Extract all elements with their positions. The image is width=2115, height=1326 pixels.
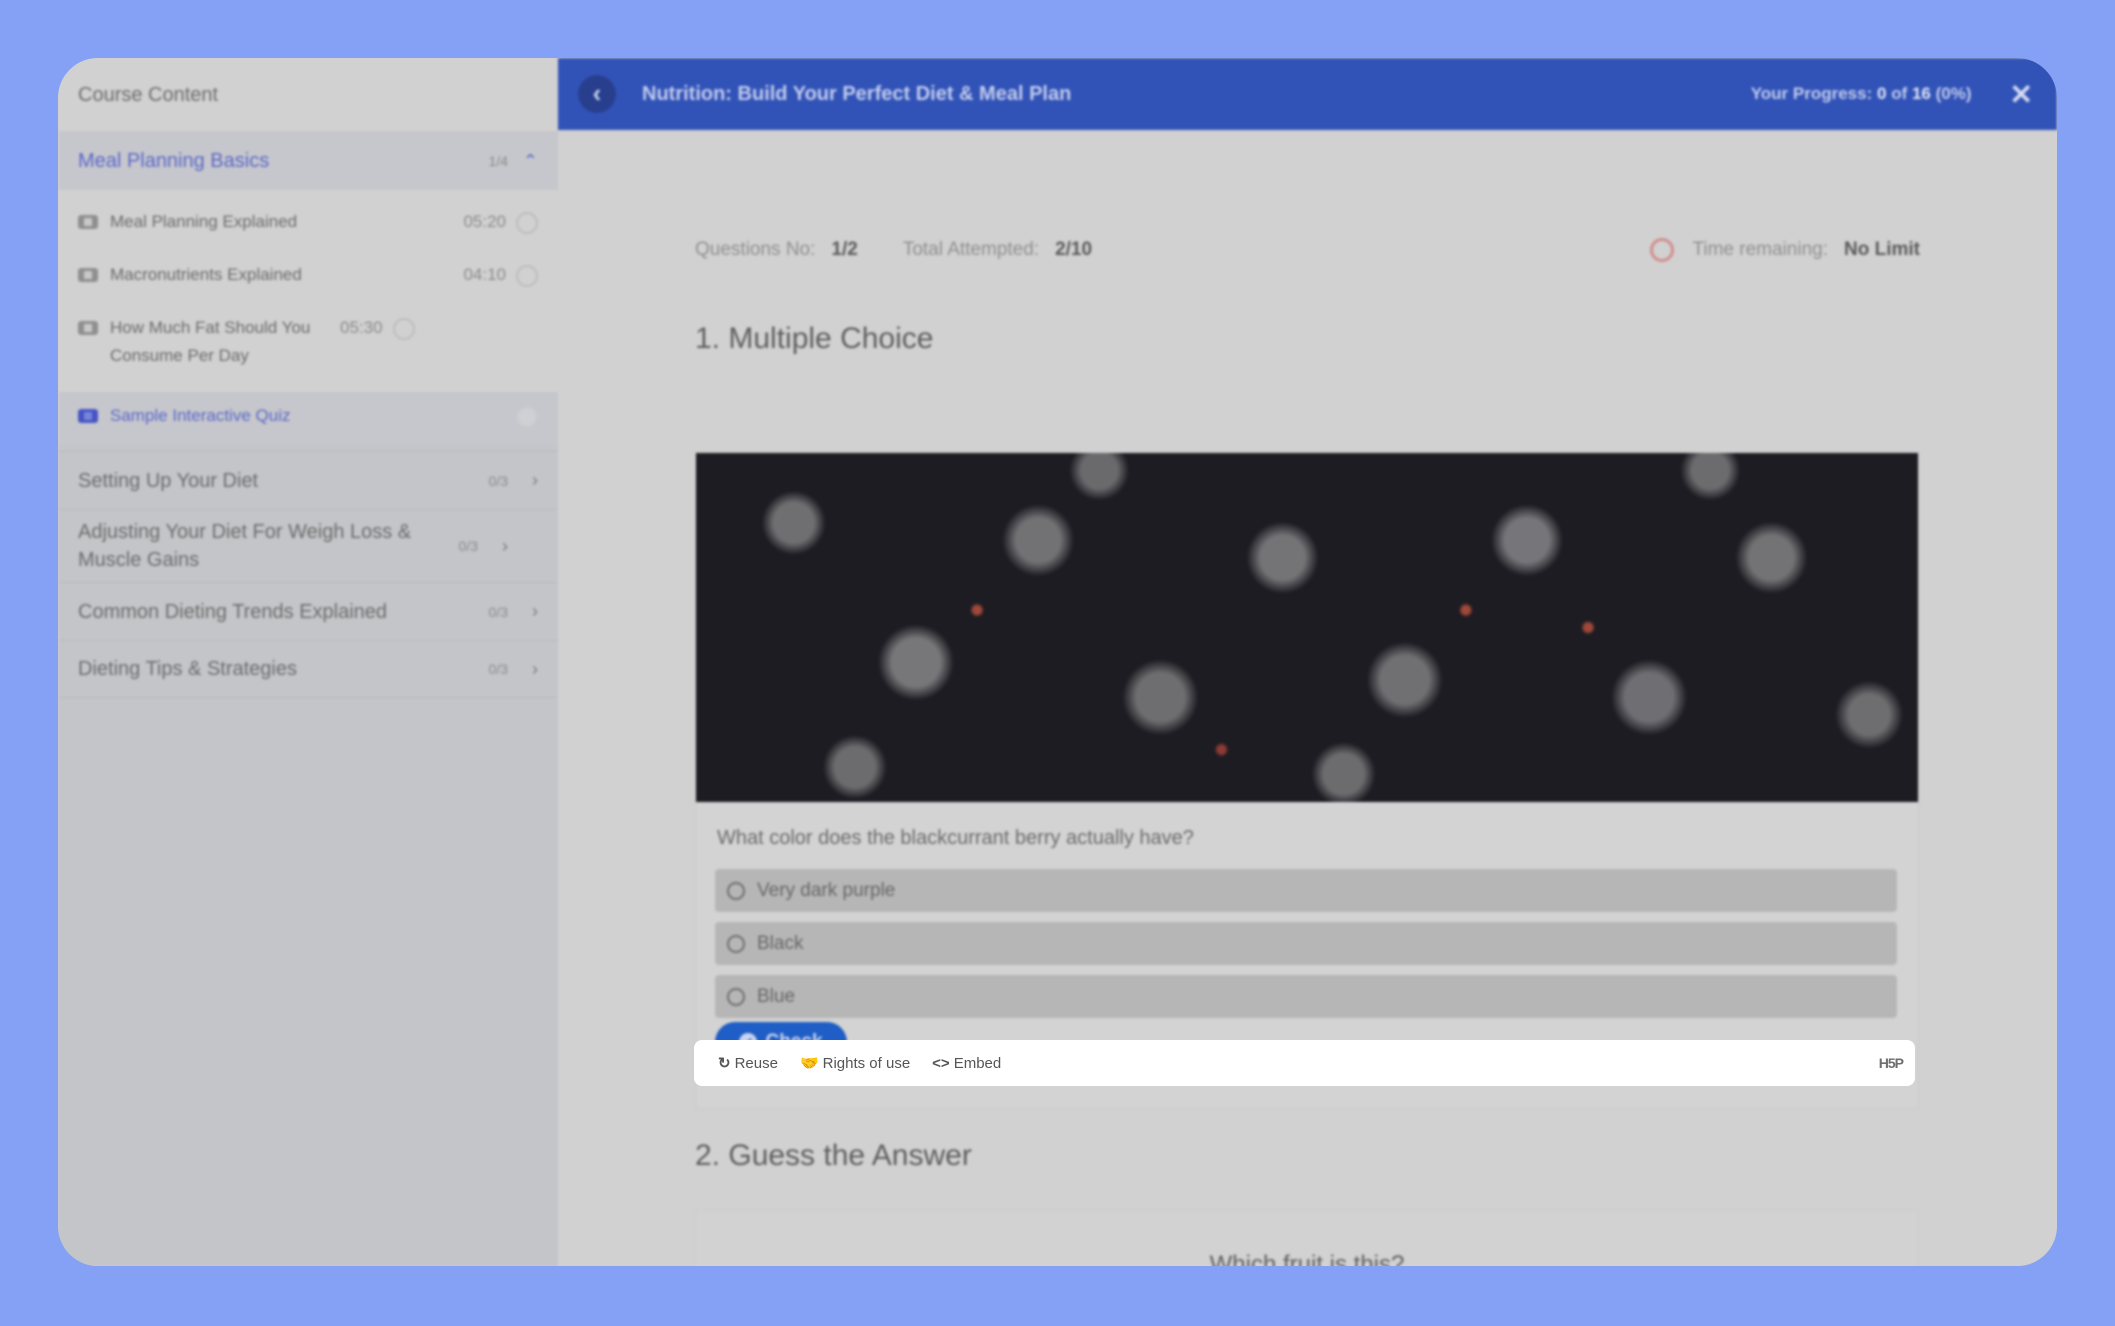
embed-button[interactable]: <> Embed [932, 1055, 1001, 1072]
progress-done: 0 [1876, 84, 1887, 103]
question-1-title: 1. Multiple Choice [695, 322, 934, 355]
option-label: Very dark purple [757, 879, 896, 901]
course-header: ‹ Nutrition: Build Your Perfect Diet & M… [558, 58, 2057, 130]
section-adjusting-your-diet[interactable]: Adjusting Your Diet For Weigh Loss & Mus… [58, 509, 558, 582]
question-image [696, 453, 1918, 802]
course-title: Nutrition: Build Your Perfect Diet & Mea… [642, 82, 1072, 105]
lesson-label: Meal Planning Explained [110, 212, 298, 231]
time-value: No Limit [1844, 239, 1920, 260]
lesson-label: Macronutrients Explained [110, 265, 302, 284]
section-meal-planning-basics[interactable]: Meal Planning Basics 1/4 ⌃ [58, 132, 558, 190]
progress-percent: (0%) [1935, 84, 1972, 103]
question-2-title: 2. Guess the Answer [695, 1139, 972, 1172]
option-label: Black [757, 932, 804, 954]
lesson-item[interactable]: How Much Fat Should You Consume Per Day … [58, 304, 558, 384]
rights-label: Rights of use [822, 1054, 911, 1072]
lesson-item[interactable]: Meal Planning Explained 05:20 [58, 198, 558, 251]
embed-label: Embed [953, 1054, 1002, 1072]
option-label: Blue [757, 985, 796, 1007]
answer-option[interactable]: Very dark purple [715, 869, 1897, 912]
quiz-main: Questions No: 1/2 Total Attempted: 2/10 … [558, 130, 2057, 1266]
completion-circle-icon[interactable] [516, 212, 538, 234]
code-icon: <> [932, 1054, 950, 1072]
completion-circle-icon[interactable] [516, 265, 538, 287]
lesson-item-active[interactable]: Sample Interactive Quiz [58, 392, 558, 445]
handshake-icon: 🤝 [799, 1055, 819, 1072]
attempted-value: 2/10 [1055, 239, 1093, 260]
section-count: 0/3 [488, 603, 508, 620]
question-2-text: Which fruit is this? [1209, 1251, 1405, 1266]
back-button[interactable]: ‹ [578, 75, 616, 113]
video-icon [78, 215, 98, 229]
video-icon [78, 268, 98, 282]
question-text: What color does the blackcurrant berry a… [717, 827, 1194, 849]
section-count: 0/3 [488, 472, 508, 489]
progress-label: Your Progress: [1750, 84, 1873, 103]
video-icon [78, 321, 98, 335]
quiz-icon [78, 409, 98, 423]
lesson-duration: 05:30 [340, 318, 383, 337]
section-label: Common Dieting Trends Explained [78, 600, 388, 623]
question-1-container: What color does the blackcurrant berry a… [695, 452, 1919, 1109]
lesson-item[interactable]: Macronutrients Explained 04:10 [58, 251, 558, 304]
section-label: Meal Planning Basics [78, 149, 270, 172]
chevron-right-icon[interactable]: › [508, 470, 538, 491]
progress-text: Your Progress: 0 of 16 (0%) [1751, 84, 1972, 104]
lesson-label: Sample Interactive Quiz [110, 406, 291, 425]
chevron-right-icon[interactable]: › [478, 536, 508, 557]
completion-circle-icon[interactable] [516, 406, 538, 428]
section-label: Adjusting Your Diet For Weigh Loss & Mus… [78, 521, 412, 571]
close-icon: ✕ [2009, 78, 2033, 110]
section-items: Meal Planning Explained 05:20 Macronutri… [58, 190, 558, 445]
questions-label: Questions No: [695, 239, 816, 260]
radio-icon [727, 881, 745, 900]
attempted-label: Total Attempted: [902, 239, 1040, 260]
chevron-left-icon: ‹ [592, 78, 602, 108]
answer-option[interactable]: Blue [715, 975, 1897, 1018]
lesson-duration: 05:20 [463, 212, 506, 231]
course-sidebar: Course Content Meal Planning Basics 1/4 … [58, 58, 558, 1266]
lesson-duration: 04:10 [463, 265, 506, 284]
lesson-label: How Much Fat Should You Consume Per Day [110, 318, 311, 365]
section-label: Dieting Tips & Strategies [78, 658, 297, 680]
chevron-right-icon[interactable]: › [508, 659, 538, 680]
quiz-stats: Questions No: 1/2 Total Attempted: 2/10 … [695, 230, 1920, 270]
timer-icon [1650, 238, 1675, 262]
h5p-action-bar: ↻ Reuse 🤝 Rights of use <> Embed H5P [694, 1040, 1915, 1086]
section-common-dieting-trends[interactable]: Common Dieting Trends Explained 0/3 › [58, 582, 558, 640]
section-label: Setting Up Your Diet [78, 469, 259, 492]
reuse-label: Reuse [734, 1054, 778, 1072]
answer-option[interactable]: Black [715, 922, 1897, 965]
progress-of: of [1891, 84, 1908, 103]
reuse-button[interactable]: ↻ Reuse [718, 1054, 778, 1073]
section-dieting-tips[interactable]: Dieting Tips & Strategies 0/3 › [58, 640, 558, 698]
close-button[interactable]: ✕ [2010, 78, 2033, 111]
progress-total: 16 [1911, 84, 1931, 103]
sidebar-title: Course Content [58, 58, 558, 132]
h5p-logo[interactable]: H5P [1879, 1055, 1904, 1071]
questions-value: 1/2 [831, 239, 858, 260]
section-setting-up-your-diet[interactable]: Setting Up Your Diet 0/3 › [58, 451, 558, 509]
time-label: Time remaining: [1692, 239, 1828, 260]
chevron-right-icon[interactable]: › [508, 601, 538, 622]
radio-icon [727, 987, 745, 1006]
question-2-container: Which fruit is this? [695, 1210, 1919, 1266]
section-count: 1/4 [488, 153, 508, 169]
completion-circle-icon[interactable] [392, 318, 415, 340]
section-count: 0/3 [488, 661, 508, 677]
rights-of-use-button[interactable]: 🤝 Rights of use [799, 1054, 911, 1073]
radio-icon [727, 934, 745, 953]
section-count: 0/3 [458, 538, 478, 554]
chevron-up-icon[interactable]: ⌃ [508, 151, 538, 172]
refresh-icon: ↻ [718, 1055, 731, 1072]
